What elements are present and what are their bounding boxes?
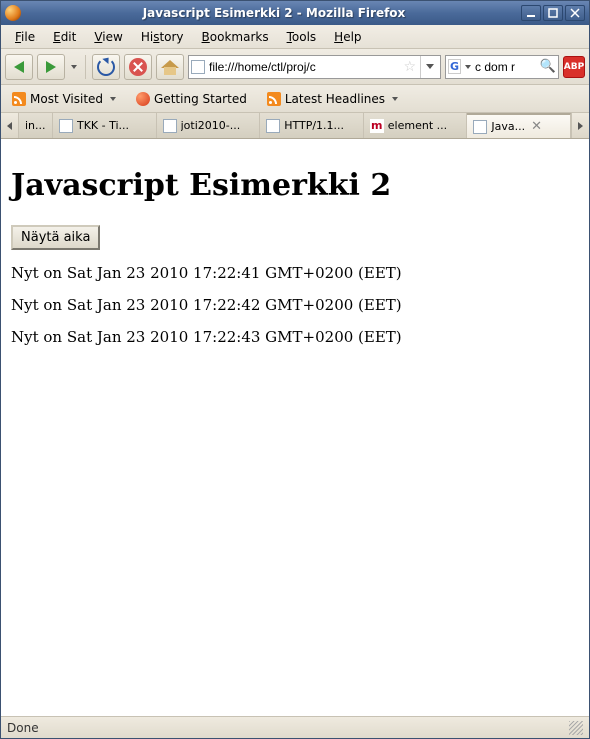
page-heading: Javascript Esimerkki 2 — [11, 168, 579, 203]
separator — [85, 55, 86, 79]
stop-button[interactable] — [124, 54, 152, 80]
firefox-icon — [5, 5, 21, 21]
output-line: Nyt on Sat Jan 23 2010 17:22:42 GMT+0200… — [11, 296, 579, 314]
bookmarks-toolbar: Most Visited Getting Started Latest Head… — [1, 85, 589, 113]
resize-grip-icon[interactable] — [569, 721, 583, 735]
menu-file[interactable]: File — [7, 28, 43, 46]
menubar: File Edit View History Bookmarks Tools H… — [1, 25, 589, 49]
show-time-button[interactable]: Näytä aika — [11, 225, 100, 250]
nav-history-dropdown[interactable] — [69, 54, 79, 80]
favicon — [473, 120, 487, 134]
status-text: Done — [7, 721, 39, 735]
tab-bar: in... TKK - Ti... joti2010-... HTTP/1.1.… — [1, 113, 589, 139]
back-button[interactable] — [5, 54, 33, 80]
folder-icon — [12, 92, 26, 106]
bookmark-label: Most Visited — [30, 92, 103, 106]
bookmark-most-visited[interactable]: Most Visited — [5, 89, 123, 109]
bookmark-latest-headlines[interactable]: Latest Headlines — [260, 89, 405, 109]
content-viewport: Javascript Esimerkki 2 Näytä aika Nyt on… — [1, 139, 589, 716]
stop-icon — [129, 58, 147, 76]
menu-history[interactable]: History — [133, 28, 192, 46]
tab-1[interactable]: TKK - Ti... — [53, 113, 157, 138]
tab-3[interactable]: HTTP/1.1... — [260, 113, 364, 138]
arrow-right-icon — [46, 61, 56, 73]
tab-scroll-left[interactable] — [1, 113, 19, 138]
favicon — [266, 119, 280, 133]
output-line: Nyt on Sat Jan 23 2010 17:22:41 GMT+0200… — [11, 264, 579, 282]
favicon: m — [370, 119, 384, 133]
favicon — [59, 119, 73, 133]
bookmark-label: Latest Headlines — [285, 92, 385, 106]
bookmark-label: Getting Started — [154, 92, 247, 106]
arrow-left-icon — [14, 61, 24, 73]
tab-scroll-right[interactable] — [571, 113, 589, 138]
bookmark-star-icon[interactable]: ☆ — [403, 59, 416, 75]
rss-icon — [267, 92, 281, 106]
url-input[interactable] — [209, 60, 399, 74]
menu-help[interactable]: Help — [326, 28, 369, 46]
minimize-button[interactable] — [521, 5, 541, 21]
bookmark-getting-started[interactable]: Getting Started — [129, 89, 254, 109]
tab-close-icon[interactable]: ✕ — [529, 119, 544, 134]
titlebar: Javascript Esimerkki 2 - Mozilla Firefox — [1, 1, 589, 25]
firefox-window: Javascript Esimerkki 2 - Mozilla Firefox… — [0, 0, 590, 739]
output-line: Nyt on Sat Jan 23 2010 17:22:43 GMT+0200… — [11, 328, 579, 346]
statusbar: Done — [1, 716, 589, 738]
page-icon — [191, 60, 205, 74]
url-bar: ☆ — [188, 55, 441, 79]
menu-edit[interactable]: Edit — [45, 28, 84, 46]
home-icon — [161, 58, 179, 76]
forward-button[interactable] — [37, 54, 65, 80]
search-engine-icon[interactable]: G — [448, 59, 461, 74]
menu-view[interactable]: View — [86, 28, 130, 46]
close-button[interactable] — [565, 5, 585, 21]
tabs-container: in... TKK - Ti... joti2010-... HTTP/1.1.… — [19, 113, 571, 138]
window-buttons — [521, 5, 585, 21]
tab-4[interactable]: melement ... — [364, 113, 468, 138]
reload-icon — [97, 58, 115, 76]
home-button[interactable] — [156, 54, 184, 80]
search-box: G 🔍 — [445, 55, 559, 79]
search-go-icon[interactable]: 🔍 — [540, 59, 556, 74]
favicon — [163, 119, 177, 133]
adblock-button[interactable]: ABP — [563, 56, 585, 78]
menu-tools[interactable]: Tools — [279, 28, 325, 46]
nav-toolbar: ☆ G 🔍 ABP — [1, 49, 589, 85]
menu-bookmarks[interactable]: Bookmarks — [194, 28, 277, 46]
maximize-button[interactable] — [543, 5, 563, 21]
window-title: Javascript Esimerkki 2 - Mozilla Firefox — [27, 6, 521, 20]
tab-2[interactable]: joti2010-... — [157, 113, 261, 138]
page-body: Javascript Esimerkki 2 Näytä aika Nyt on… — [1, 140, 589, 370]
search-engine-dropdown[interactable] — [464, 59, 472, 75]
getting-started-icon — [136, 92, 150, 106]
search-input[interactable] — [475, 60, 537, 74]
reload-button[interactable] — [92, 54, 120, 80]
tab-0[interactable]: in... — [19, 113, 53, 138]
url-dropdown[interactable] — [420, 56, 438, 78]
tab-5-active[interactable]: Java...✕ — [467, 113, 571, 138]
